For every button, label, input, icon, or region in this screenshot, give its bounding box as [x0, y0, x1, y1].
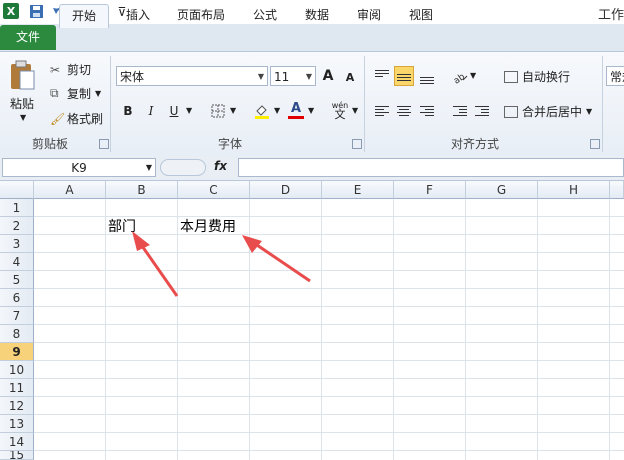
cell-ref-value: K9	[71, 161, 87, 175]
align-right-icon[interactable]	[417, 101, 437, 121]
wrap-text-label: 自动换行	[522, 70, 571, 84]
tab-formulas[interactable]: 公式	[246, 4, 284, 27]
copy-button[interactable]: ⧉ 复制 ▼	[50, 85, 101, 102]
scissors-icon: ✂	[50, 62, 61, 77]
paintbrush-icon: 🖌	[50, 111, 66, 126]
chevron-down-icon: ▼	[257, 72, 264, 81]
annotation-arrows	[132, 231, 311, 297]
formula-bar-splitter[interactable]	[160, 159, 206, 176]
align-top-icon[interactable]	[372, 66, 392, 86]
border-icon[interactable]	[208, 101, 228, 121]
italic-button[interactable]: I	[141, 101, 161, 121]
font-color-swatch	[288, 115, 304, 119]
window-title: 工作	[597, 8, 624, 23]
font-size-select[interactable]: 11 ▼	[270, 66, 316, 86]
font-color-letter: A	[290, 100, 302, 116]
merge-center-button[interactable]: 合并后居中 ▼	[504, 103, 592, 120]
tab-data[interactable]: 数据	[298, 4, 336, 27]
spreadsheet-grid[interactable]: A B C D E F G H 1 2 3 4 5 6 7 8 9 10 11 …	[0, 181, 624, 460]
format-painter-label: 格式刷	[67, 112, 104, 126]
merge-center-icon	[504, 105, 518, 118]
font-group-label: 字体	[217, 137, 242, 151]
phonetic-char: 文	[334, 108, 346, 121]
arrow-to-c2	[242, 235, 311, 283]
name-box[interactable]: K9 ▼	[2, 158, 156, 177]
font-name-value: 宋体	[120, 70, 145, 84]
clipboard-group-label: 剪贴板	[31, 137, 68, 151]
grow-font-icon: A	[322, 68, 334, 84]
ribbon-tabs	[0, 24, 624, 51]
underline-dropdown-icon[interactable]: ▼	[186, 106, 192, 115]
alignment-group-label: 对齐方式	[450, 137, 499, 151]
wrap-text-icon	[504, 70, 518, 83]
orientation-dropdown-icon[interactable]: ▼	[470, 71, 476, 80]
tab-page-layout[interactable]: 页面布局	[170, 4, 232, 27]
border-dropdown-icon[interactable]: ▼	[230, 106, 236, 115]
font-size-value: 11	[274, 70, 290, 84]
excel-app-icon[interactable]: X	[3, 3, 19, 19]
align-left-icon[interactable]	[372, 101, 392, 121]
underline-button[interactable]: U	[164, 101, 184, 121]
tab-review[interactable]: 审阅	[350, 4, 388, 27]
arrow-to-b2	[132, 231, 179, 297]
increase-indent-icon[interactable]	[472, 101, 492, 121]
orientation-icon[interactable]: ab	[450, 66, 470, 86]
copy-dropdown-icon[interactable]: ▼	[95, 89, 101, 98]
tab-view[interactable]: 视图	[402, 4, 440, 27]
fill-color-dropdown-icon[interactable]: ▼	[274, 106, 280, 115]
group-divider	[602, 56, 603, 152]
paste-dropdown-icon[interactable]: ▼	[20, 113, 26, 122]
cut-label: 剪切	[67, 63, 92, 77]
alignment-launcher-icon[interactable]	[590, 139, 600, 149]
wrap-text-button[interactable]: 自动换行	[504, 68, 570, 85]
shrink-font-icon: A	[345, 70, 355, 84]
format-painter-button[interactable]: 🖌 格式刷	[50, 110, 103, 127]
tab-file[interactable]: 文件	[0, 25, 56, 50]
font-name-select[interactable]: 宋体 ▼	[116, 66, 268, 86]
name-box-dropdown-icon[interactable]: ▼	[146, 159, 152, 177]
formula-bar: K9 ▼ fx	[0, 156, 624, 181]
cut-button[interactable]: ✂ 剪切	[50, 61, 91, 78]
align-bottom-icon[interactable]	[417, 66, 437, 86]
font-color-dropdown-icon[interactable]: ▼	[308, 106, 314, 115]
copy-label: 复制	[67, 87, 92, 101]
tab-home[interactable]: 开始	[59, 4, 109, 28]
grow-font-button[interactable]: A	[318, 66, 338, 86]
font-color-icon[interactable]: A	[286, 100, 306, 120]
shrink-font-button[interactable]: A	[340, 67, 360, 87]
chevron-down-icon: ▼	[305, 72, 312, 81]
paste-icon[interactable]	[8, 58, 38, 92]
formula-input[interactable]	[238, 158, 624, 177]
merge-center-label: 合并后居中	[522, 105, 583, 119]
clipboard-launcher-icon[interactable]	[99, 139, 109, 149]
tab-insert[interactable]: 插入	[118, 4, 158, 27]
align-center-icon[interactable]	[394, 101, 414, 121]
insert-function-icon[interactable]: fx	[214, 159, 236, 176]
paste-button[interactable]: 粘贴	[10, 95, 34, 112]
font-launcher-icon[interactable]	[352, 139, 362, 149]
phonetic-guide-button[interactable]: wén 文	[328, 100, 352, 120]
save-icon[interactable]	[28, 3, 44, 19]
phonetic-dropdown-icon[interactable]: ▼	[352, 106, 358, 115]
copy-icon: ⧉	[50, 86, 59, 100]
merge-dropdown-icon[interactable]: ▼	[586, 107, 592, 116]
decrease-indent-icon[interactable]	[450, 101, 470, 121]
bold-button[interactable]: B	[118, 101, 138, 121]
align-middle-icon[interactable]	[394, 66, 414, 86]
fill-color-icon[interactable]	[252, 101, 272, 121]
number-format-select[interactable]: 常规	[606, 66, 624, 86]
group-divider	[110, 56, 111, 152]
group-divider	[364, 56, 365, 152]
